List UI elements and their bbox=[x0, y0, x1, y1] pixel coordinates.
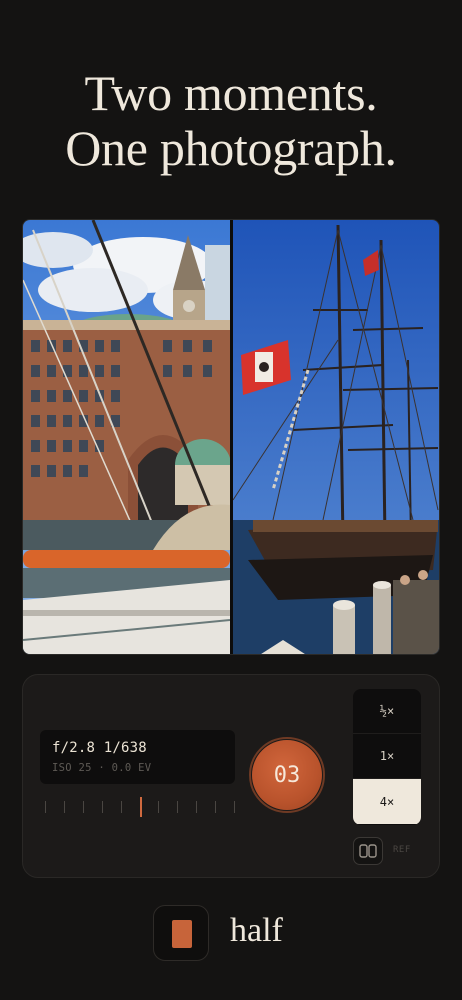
left-photo-image bbox=[23, 220, 230, 654]
shutter-button[interactable]: 03 bbox=[252, 740, 322, 810]
right-photo-half bbox=[233, 220, 439, 654]
ev-tick bbox=[83, 801, 84, 813]
ev-tick bbox=[45, 801, 46, 813]
exposure-meta: ISO 25 · 0.0 EV bbox=[52, 762, 152, 774]
exposure-values: f/2.8 1/638 bbox=[52, 740, 147, 756]
ev-tick bbox=[215, 801, 216, 813]
headline-line-2: One photograph. bbox=[65, 120, 397, 176]
zoom-1x-button[interactable]: 1× bbox=[353, 734, 421, 779]
app-logo-icon bbox=[153, 905, 209, 961]
ev-tick bbox=[177, 801, 178, 813]
ev-tick bbox=[102, 801, 103, 813]
zoom-4x-button[interactable]: 4× bbox=[353, 779, 421, 824]
split-photo-preview bbox=[22, 219, 440, 655]
headline: Two moments. One photograph. bbox=[0, 66, 462, 176]
ev-tick bbox=[196, 801, 197, 813]
ev-tick bbox=[121, 801, 122, 813]
split-frame-icon bbox=[359, 844, 377, 858]
camera-control-panel: f/2.8 1/638 ISO 25 · 0.0 EV 03 ½× 1× 4× … bbox=[22, 674, 440, 878]
exposure-readout: f/2.8 1/638 ISO 25 · 0.0 EV bbox=[40, 730, 235, 784]
logo-half-bar bbox=[172, 920, 192, 948]
ev-ruler[interactable] bbox=[43, 795, 238, 819]
brand-name: half bbox=[230, 912, 283, 949]
zoom-selector: ½× 1× 4× bbox=[353, 689, 421, 825]
right-photo-image bbox=[233, 220, 439, 654]
ev-tick bbox=[158, 801, 159, 813]
zoom-half-button[interactable]: ½× bbox=[353, 689, 421, 734]
ev-tick-active bbox=[140, 797, 142, 817]
split-view-toggle[interactable] bbox=[353, 837, 383, 865]
ev-tick bbox=[234, 801, 235, 813]
left-photo-half bbox=[23, 220, 230, 654]
ref-button[interactable]: REF bbox=[393, 845, 411, 855]
headline-line-1: Two moments. bbox=[84, 65, 378, 121]
ev-tick bbox=[64, 801, 65, 813]
